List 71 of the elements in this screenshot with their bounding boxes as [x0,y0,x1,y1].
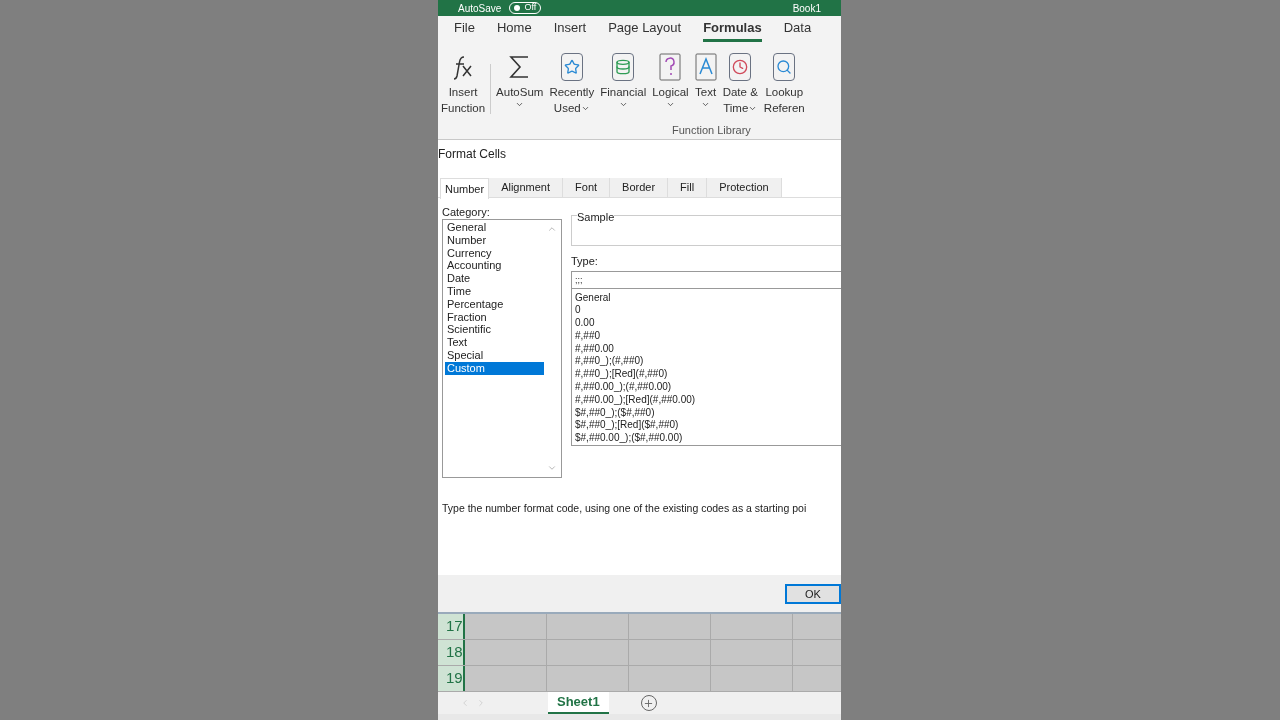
search-book-icon [773,53,796,81]
coins-book-icon [612,53,635,81]
ribbon-button[interactable]: Logical [651,50,690,109]
ribbon-button[interactable]: AutoSum [495,50,545,109]
caret-icon [515,100,525,109]
dialog-tab[interactable]: Protection [707,178,782,197]
category-item[interactable]: Fraction [445,310,544,324]
caret-icon [701,100,711,109]
ribbon-button[interactable]: Text [693,50,718,109]
letter-a-book-icon [694,53,717,81]
clock-book-icon [729,53,752,81]
dialog-tab[interactable]: Border [610,178,669,197]
category-item[interactable]: Text [445,336,544,349]
scroll-up-icon[interactable] [547,224,557,234]
format-item[interactable]: $#,##0_);($#,##0) [575,406,841,420]
star-book-icon [560,53,583,81]
ribbon-button[interactable]: Lookup Referen [762,50,806,116]
autosave-label: AutoSave [458,1,502,16]
ribbon-tab[interactable]: Formulas [703,17,762,42]
dialog-title: Format Cells [438,146,506,163]
format-list[interactable]: General 0 0.00 #,##0 #,##0.00 #,##0_);(#,##0) #,##0_);[Red](#,##0) #,##0.00_);(#,##0.00) #,##0.00_);[Red](#,##0.00) $#,##0_);($#,##0) $#,##0_);[Red]($#,##0) $#,##0.00_);($#,##0.00) [571,288,841,446]
category-item[interactable]: Time [445,285,544,298]
category-item[interactable]: Percentage [445,297,544,311]
category-item[interactable]: General [445,221,544,234]
ribbon-button[interactable]: Date & Time [721,50,759,116]
category-item[interactable]: Scientific [445,323,544,337]
category-item[interactable]: Special [445,348,544,362]
ribbon-tab[interactable]: File [454,17,475,42]
category-label: Category: [442,205,491,219]
category-item[interactable]: Accounting [445,259,544,273]
type-label: Type: [571,254,599,269]
ribbon-tab[interactable]: Home [496,17,532,42]
description-text: Type the number format code, using one of the existing codes as a starting poi [441,501,808,516]
ribbon-button[interactable]: Recently Used [548,50,596,116]
format-item[interactable]: 0 [575,304,841,318]
dialog-tab[interactable]: Alignment [489,178,564,197]
category-list[interactable]: General Number Currency Accounting Date Time Percentage Fraction Scientific Text Special Custom [442,219,562,478]
row-header[interactable]: 19 [438,666,465,691]
format-item[interactable]: $#,##0.00_);($#,##0.00) [575,432,841,446]
ribbon-tab[interactable]: Insert [553,17,587,42]
format-item[interactable]: 0.00 [575,317,841,330]
caret-icon [665,100,675,109]
format-item[interactable]: General [575,291,841,305]
question-book-icon [659,53,682,81]
ribbon-button[interactable]: Insert Function [440,50,487,116]
category-item[interactable]: Currency [445,246,544,260]
category-item[interactable]: Custom [445,361,544,375]
format-item[interactable]: #,##0.00 [575,342,841,356]
format-item[interactable]: #,##0.00_);[Red](#,##0.00) [575,393,841,407]
ok-button[interactable]: OK [785,583,841,604]
format-item[interactable]: #,##0_);[Red](#,##0) [575,368,841,382]
dialog-tab[interactable]: Font [563,178,611,197]
file-name: Book1 [792,1,821,16]
ribbon-button[interactable]: Financial [599,50,648,109]
group-label: Function Library [672,122,752,138]
format-item[interactable]: #,##0_);(#,##0) [575,355,841,369]
dialog-tab[interactable]: Number [440,178,490,199]
category-item[interactable]: Number [445,233,544,247]
scroll-down-icon[interactable] [547,463,557,473]
ribbon-tab[interactable]: Data [783,17,812,42]
row-header[interactable]: 18 [438,640,465,665]
dialog-tab[interactable]: Fill [668,178,708,197]
type-field[interactable]: ;;; [571,270,841,289]
sheet-tab[interactable]: Sheet1 [548,692,609,714]
format-item[interactable]: #,##0.00_);(#,##0.00) [575,381,841,394]
row-header[interactable]: 17 [438,614,465,639]
format-item[interactable]: #,##0 [575,329,841,343]
category-item[interactable]: Date [445,272,544,285]
ribbon-tab[interactable]: Page Layout [608,17,682,42]
format-item[interactable]: $#,##0_);[Red]($#,##0) [575,419,841,433]
caret-icon [618,100,628,109]
